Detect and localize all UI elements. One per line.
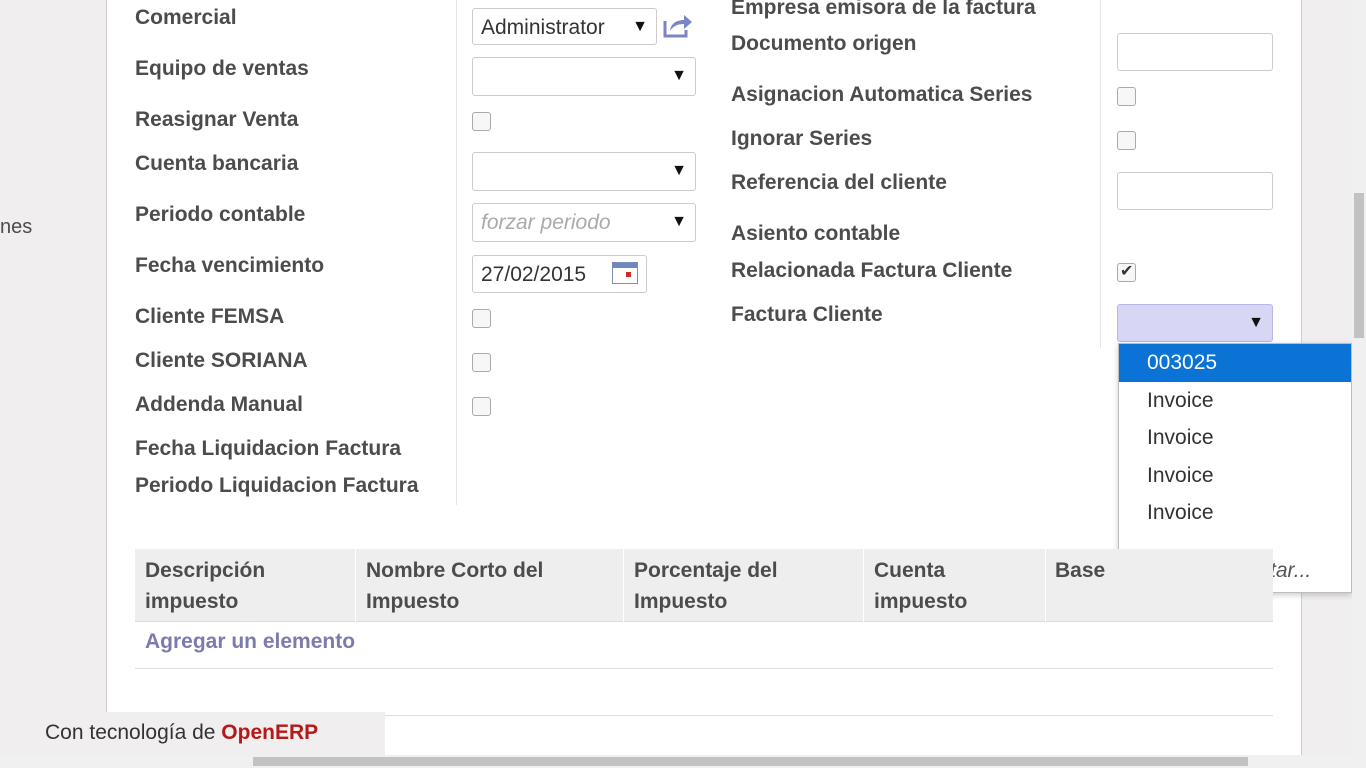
comercial-select[interactable]: Administrator ▼ — [472, 8, 657, 45]
dropdown-arrow-icon: ▼ — [671, 67, 687, 84]
label-comercial: Comercial — [135, 6, 237, 29]
column-header-cuenta[interactable]: Cuenta impuesto — [874, 555, 967, 617]
dropdown-option[interactable]: Invoice — [1119, 494, 1351, 532]
offscreen-label-fragment: nes — [0, 216, 33, 238]
column-divider — [355, 549, 356, 622]
ignorar-series-checkbox[interactable] — [1117, 131, 1136, 150]
referencia-cliente-input[interactable] — [1117, 172, 1273, 210]
periodo-contable-select[interactable]: forzar periodo ▼ — [472, 203, 696, 242]
label-cliente-femsa: Cliente FEMSA — [135, 305, 285, 328]
column-divider — [863, 549, 864, 622]
label-ignorar-series: Ignorar Series — [731, 127, 873, 150]
label-reasignar-venta: Reasignar Venta — [135, 108, 299, 131]
label-factura-cliente: Factura Cliente — [731, 303, 883, 326]
fecha-vencimiento-value: 27/02/2015 — [481, 263, 587, 286]
tax-table-header: Descripción impuesto Nombre Corto del Im… — [135, 549, 1273, 622]
footer-prefix: Con tecnología de — [45, 721, 222, 744]
external-link-icon[interactable] — [662, 13, 694, 39]
dropdown-option[interactable]: Invoice — [1119, 419, 1351, 457]
powered-by-footer: Con tecnología de OpenERP — [0, 712, 385, 756]
column-divider — [1100, 0, 1101, 348]
horizontal-scroll-thumb[interactable] — [253, 757, 1248, 766]
openerp-brand-link[interactable]: OpenERP — [221, 721, 318, 744]
relacionada-factura-checkbox[interactable] — [1117, 261, 1136, 282]
label-periodo-contable: Periodo contable — [135, 203, 306, 226]
column-divider — [1045, 549, 1046, 622]
label-periodo-liquidacion: Periodo Liquidacion Factura — [135, 474, 419, 497]
label-addenda-manual: Addenda Manual — [135, 393, 304, 416]
cliente-soriana-checkbox[interactable] — [472, 353, 491, 372]
column-header-descripcion[interactable]: Descripción impuesto — [145, 555, 265, 617]
cliente-femsa-checkbox[interactable] — [472, 309, 491, 328]
column-header-nombre-corto[interactable]: Nombre Corto del Impuesto — [366, 555, 543, 617]
column-divider — [623, 549, 624, 622]
fecha-vencimiento-input[interactable]: 27/02/2015 — [472, 255, 647, 293]
column-header-porcentaje[interactable]: Porcentaje del Impuesto — [634, 555, 778, 617]
label-fecha-liquidacion: Fecha Liquidacion Factura — [135, 437, 402, 460]
comercial-value: Administrator — [481, 16, 605, 39]
table-divider — [135, 668, 1273, 669]
label-equipo-ventas: Equipo de ventas — [135, 57, 309, 80]
dropdown-arrow-icon: ▼ — [632, 18, 648, 35]
documento-origen-input[interactable] — [1117, 33, 1273, 71]
dropdown-option[interactable]: Invoice — [1119, 457, 1351, 495]
add-item-link[interactable]: Agregar un elemento — [145, 630, 355, 654]
label-asiento-contable: Asiento contable — [731, 222, 901, 245]
column-divider — [456, 0, 457, 505]
asignacion-series-checkbox[interactable] — [1117, 87, 1136, 106]
addenda-manual-checkbox[interactable] — [472, 397, 491, 416]
label-referencia-cliente: Referencia del cliente — [731, 171, 947, 194]
label-fecha-vencimiento: Fecha vencimiento — [135, 254, 325, 277]
dropdown-arrow-icon: ▼ — [671, 213, 687, 230]
equipo-ventas-select[interactable]: ▼ — [472, 57, 696, 96]
dropdown-arrow-icon: ▼ — [671, 162, 687, 179]
vertical-scroll-thumb[interactable] — [1354, 193, 1364, 338]
label-cuenta-bancaria: Cuenta bancaria — [135, 152, 299, 175]
label-asignacion-series: Asignacion Automatica Series — [731, 83, 1033, 106]
dropdown-option[interactable]: 003025 — [1119, 344, 1351, 382]
calendar-icon[interactable] — [612, 262, 638, 284]
dropdown-arrow-icon: ▼ — [1248, 314, 1264, 331]
horizontal-scrollbar[interactable] — [0, 755, 1366, 768]
vertical-scrollbar[interactable] — [1352, 0, 1366, 755]
cuenta-bancaria-select[interactable]: ▼ — [472, 152, 696, 191]
column-header-base[interactable]: Base — [1055, 555, 1105, 586]
label-empresa-emisora: Empresa emisora de la factura — [731, 0, 1036, 19]
periodo-placeholder: forzar periodo — [481, 211, 611, 234]
label-relacionada-factura: Relacionada Factura Cliente — [731, 259, 1013, 282]
factura-cliente-select[interactable]: ▼ — [1117, 304, 1273, 342]
reasignar-venta-checkbox[interactable] — [472, 112, 491, 131]
dropdown-option[interactable]: Invoice — [1119, 382, 1351, 420]
label-documento-origen: Documento origen — [731, 32, 917, 55]
label-cliente-soriana: Cliente SORIANA — [135, 349, 308, 372]
